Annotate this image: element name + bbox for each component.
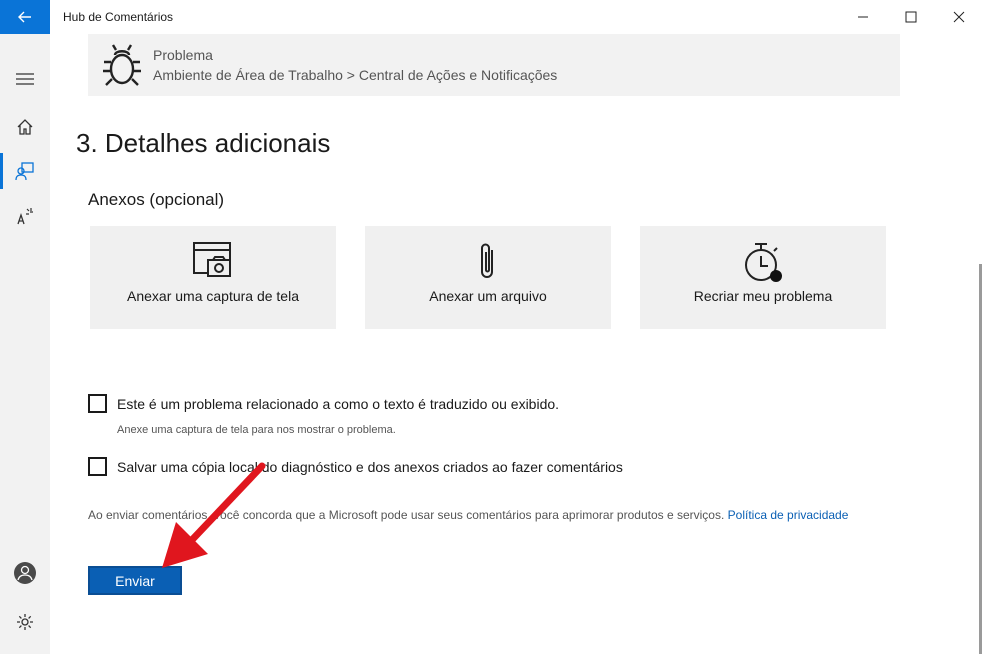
tile-label: Anexar um arquivo — [429, 288, 547, 304]
bug-icon — [103, 44, 141, 86]
attachments-label: Anexos (opcional) — [88, 190, 225, 209]
announcements-icon — [17, 208, 33, 225]
settings-button[interactable] — [0, 602, 50, 642]
back-arrow-icon — [18, 11, 31, 23]
attach-screenshot-button[interactable]: Anexar uma captura de tela — [90, 226, 336, 329]
gear-icon — [17, 614, 33, 630]
tile-label: Anexar uma captura de tela — [127, 288, 299, 304]
maximize-icon — [905, 11, 917, 23]
problem-category-path: Ambiente de Área de Trabalho > Central d… — [153, 67, 558, 83]
text-translation-checkbox[interactable] — [88, 394, 107, 413]
nav-feedback[interactable] — [0, 151, 50, 191]
minimize-icon — [858, 16, 868, 18]
checkbox-hint: Anexe uma captura de tela para nos mostr… — [117, 424, 396, 436]
maximize-button[interactable] — [888, 0, 934, 34]
hamburger-menu-button[interactable] — [0, 59, 50, 99]
annotation-arrow — [162, 462, 266, 568]
title-bar: Hub de Comentários — [0, 0, 984, 34]
tile-label: Recriar meu problema — [693, 288, 833, 304]
privacy-policy-link[interactable]: Política de privacidade — [728, 508, 849, 522]
section-title: 3. Detalhes adicionais — [76, 128, 331, 158]
feedback-person-icon — [15, 162, 34, 181]
problem-label: Problema — [153, 47, 213, 63]
attach-file-button[interactable]: Anexar um arquivo — [365, 226, 611, 329]
nav-rail — [0, 34, 50, 654]
close-icon — [953, 11, 965, 23]
save-local-copy-checkbox[interactable] — [88, 457, 107, 476]
text-translation-checkbox-row[interactable]: Este é um problema relacionado a como o … — [88, 394, 559, 413]
nav-announcements[interactable] — [0, 196, 50, 236]
close-button[interactable] — [936, 0, 982, 34]
recreate-problem-button[interactable]: Recriar meu problema — [640, 226, 886, 329]
account-icon — [14, 562, 36, 584]
window-title: Hub de Comentários — [63, 10, 174, 24]
screenshot-icon — [193, 242, 231, 277]
scrollbar[interactable] — [978, 34, 984, 654]
home-icon — [17, 119, 33, 135]
account-button[interactable] — [0, 553, 50, 593]
stopwatch-record-icon — [745, 243, 782, 282]
minimize-button[interactable] — [840, 0, 886, 34]
paperclip-icon — [481, 243, 493, 278]
hamburger-icon — [16, 73, 34, 85]
back-button[interactable] — [0, 0, 50, 34]
checkbox-label: Este é um problema relacionado a como o … — [117, 395, 560, 412]
nav-home[interactable] — [0, 107, 50, 147]
scroll-thumb[interactable] — [979, 264, 982, 654]
problem-summary-card[interactable]: Problema Ambiente de Área de Trabalho > … — [88, 34, 900, 96]
